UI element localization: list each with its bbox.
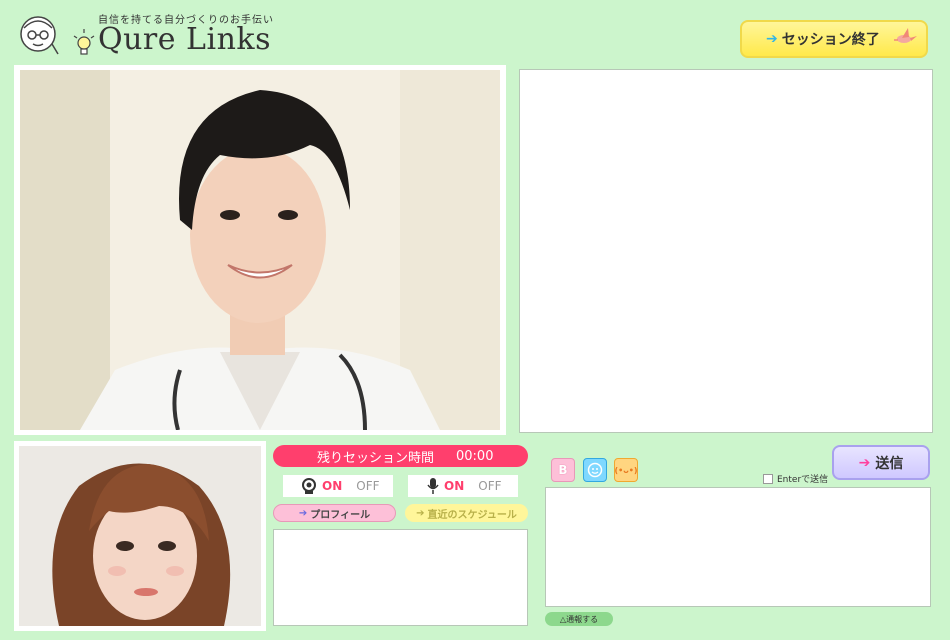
send-label: 送信 [875,455,904,472]
webcam-icon [302,478,316,494]
timer-label: 残りセッション時間 [317,450,435,466]
end-session-button[interactable]: ➔ セッション終了 [740,20,928,58]
mic-off-option[interactable]: OFF [478,479,501,493]
timer-value: 00:00 [456,448,494,464]
microphone-toggle[interactable]: ON OFF [408,475,518,497]
chat-log-panel[interactable] [519,69,933,433]
profile-label: プロフィール [310,509,371,521]
arrow-right-icon: ➔ [416,507,425,519]
profile-button[interactable]: ➔ プロフィール [273,504,396,522]
self-participant-image [19,446,261,626]
message-input[interactable] [545,487,931,607]
send-button[interactable]: ➔ 送信 [832,445,930,480]
session-timer: 残りセッション時間 00:00 [273,445,528,467]
mic-on-option[interactable]: ON [444,479,464,493]
arrow-right-icon: ➔ [298,507,308,519]
info-panel [273,529,528,626]
camera-on-option[interactable]: ON [322,479,342,493]
brand-logo-text: Qure Links [98,22,271,57]
enter-to-send-checkbox[interactable] [763,473,773,484]
camera-off-option[interactable]: OFF [356,479,379,493]
enter-to-send-option[interactable]: Enterで送信 [763,472,828,485]
arrow-right-icon: ➔ [766,31,778,47]
remote-participant-image [20,70,500,430]
self-video-panel [14,441,266,631]
emoji-button[interactable] [583,458,607,482]
mascot-logo-icon [20,16,59,55]
camera-toggle[interactable]: ON OFF [283,475,393,497]
kaomoji-button[interactable]: (•ᴗ•) [614,458,638,482]
microphone-icon [427,478,439,494]
remote-video-panel [14,65,506,435]
arrow-right-icon: ➔ [858,454,871,471]
report-button[interactable]: △通報する [545,612,613,626]
bird-icon [894,28,917,43]
bold-button[interactable]: B [551,458,575,482]
schedule-label: 直近のスケジュール [427,509,517,521]
end-session-label: セッション終了 [781,32,880,48]
enter-to-send-label: Enterで送信 [777,475,829,485]
schedule-button[interactable]: ➔ 直近のスケジュール [405,504,528,522]
smiley-icon [587,462,603,478]
lightbulb-icon [73,29,95,55]
